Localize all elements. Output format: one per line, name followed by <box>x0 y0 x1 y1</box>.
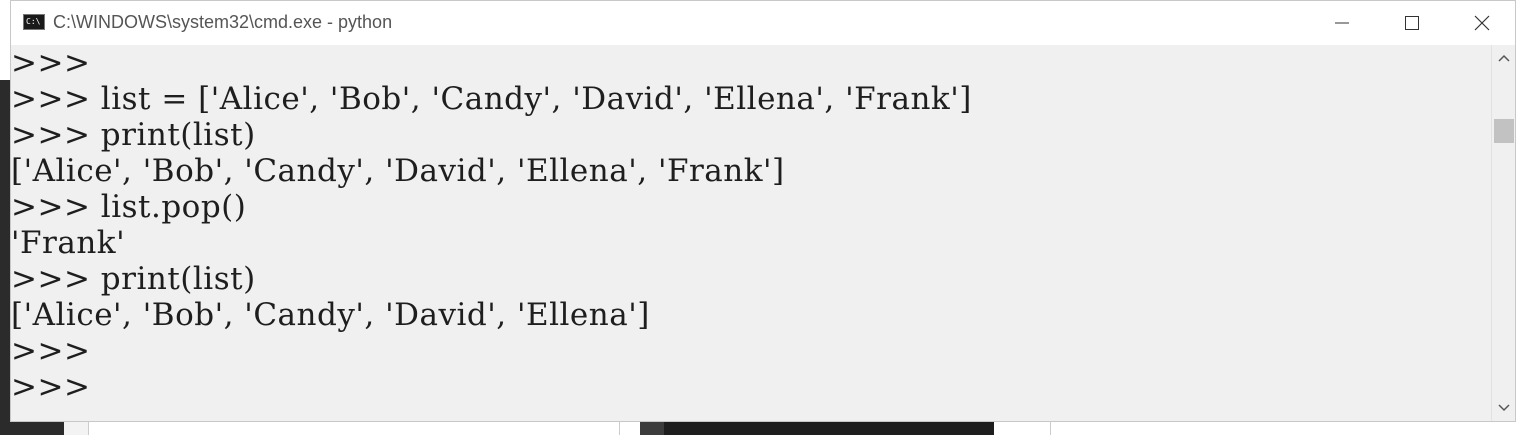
scrollbar-thumb[interactable] <box>1494 119 1514 143</box>
minimize-button[interactable] <box>1307 1 1377 45</box>
cmd-icon[interactable]: C:\ <box>23 14 45 30</box>
maximize-button[interactable] <box>1377 1 1447 45</box>
chevron-up-icon <box>1498 54 1510 62</box>
console-line: 'Frank' <box>11 225 126 261</box>
console-output[interactable]: >>> >>> list = ['Alice', 'Bob', 'Candy',… <box>11 45 1491 421</box>
scroll-down-button[interactable] <box>1492 397 1516 419</box>
vertical-scrollbar[interactable] <box>1491 45 1515 421</box>
title-bar[interactable]: C:\ C:\WINDOWS\system32\cmd.exe - python <box>11 1 1515 45</box>
minimize-icon <box>1335 22 1349 24</box>
background-editor-bottom <box>0 422 1527 435</box>
console-line: >>> <box>11 45 91 81</box>
console-line: >>> print(list) <box>11 117 256 153</box>
window-title: C:\WINDOWS\system32\cmd.exe - python <box>53 12 393 32</box>
console-line: >>> list.pop() <box>11 189 247 225</box>
background-editor-right <box>1516 200 1527 422</box>
console-line: >>> list = ['Alice', 'Bob', 'Candy', 'Da… <box>11 81 972 117</box>
chevron-down-icon <box>1498 404 1510 412</box>
console-line: >>> <box>11 333 91 369</box>
maximize-icon <box>1405 16 1419 30</box>
console-prompt-line[interactable]: >>> <box>11 369 90 405</box>
scroll-up-button[interactable] <box>1492 47 1516 69</box>
console-line: >>> print(list) <box>11 261 256 297</box>
close-button[interactable] <box>1447 1 1517 45</box>
close-icon <box>1474 15 1490 31</box>
cmd-window: C:\ C:\WINDOWS\system32\cmd.exe - python… <box>10 0 1516 422</box>
console-line: ['Alice', 'Bob', 'Candy', 'David', 'Elle… <box>11 297 650 333</box>
console-line: ['Alice', 'Bob', 'Candy', 'David', 'Elle… <box>11 153 785 189</box>
